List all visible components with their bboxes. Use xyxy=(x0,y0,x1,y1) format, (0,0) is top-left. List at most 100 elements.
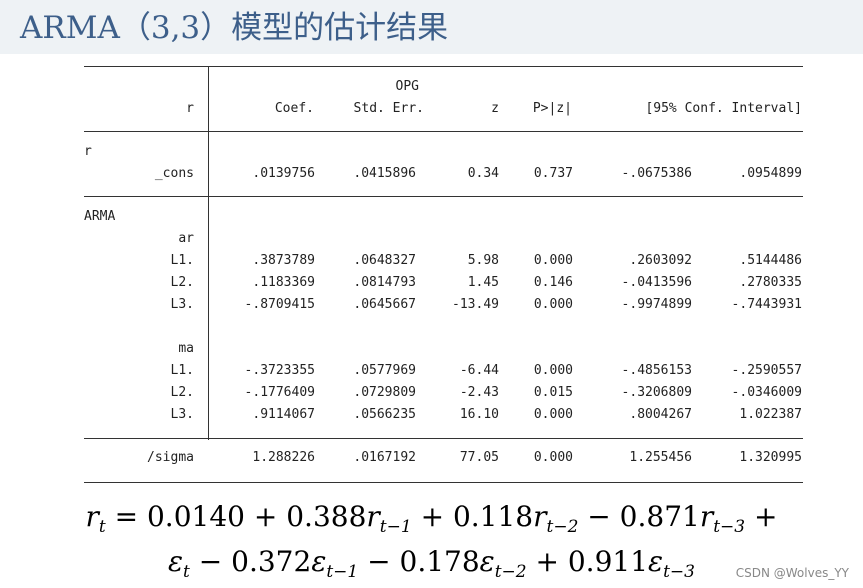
table-cell: .0954899 xyxy=(739,166,802,181)
subgroup-label: ar xyxy=(178,231,194,246)
table-cell: -.9974899 xyxy=(621,297,692,312)
subgroup-label: ma xyxy=(178,341,194,356)
table-cell: .0566235 xyxy=(353,407,416,422)
header-z: z xyxy=(491,101,499,116)
equation-subscript: t xyxy=(98,517,106,537)
table-cell: .0139756 xyxy=(252,166,315,181)
equation-variable: r xyxy=(85,500,99,533)
table-cell: .0577969 xyxy=(353,363,416,378)
table-cell: 0.000 xyxy=(533,297,573,312)
table-cell: -.1776409 xyxy=(244,385,315,400)
equation-subscript: t−1 xyxy=(326,562,359,582)
row-label: L2. xyxy=(170,275,194,290)
table-cell: .0814793 xyxy=(353,275,416,290)
equation-term: − 0.871 xyxy=(578,500,700,533)
header-ci: [95% Conf. Interval] xyxy=(645,101,802,116)
table-cell: -.2590557 xyxy=(731,363,802,378)
table-cell: -6.44 xyxy=(459,363,499,378)
table-cell: .8004267 xyxy=(629,407,692,422)
equation-line-2: εt − 0.372εt−1 − 0.178εt−2 + 0.911εt−3 xyxy=(0,545,863,581)
header-rule xyxy=(84,131,803,132)
table-cell: .0415896 xyxy=(353,166,416,181)
header-depvar: r xyxy=(186,101,194,116)
title-bar: ARMA（3,3）模型的估计结果 xyxy=(0,0,863,54)
equation-subscript: t−3 xyxy=(713,517,746,537)
table-cell: .2603092 xyxy=(629,253,692,268)
section-rule xyxy=(84,196,803,197)
equation-variable: ε xyxy=(311,545,327,578)
header-stderr: Std. Err. xyxy=(353,101,424,116)
equation-subscript: t−1 xyxy=(379,517,412,537)
section-rule xyxy=(84,438,803,439)
table-bottom-rule xyxy=(84,482,803,483)
table-cell: .1183369 xyxy=(252,275,315,290)
group-label: ARMA xyxy=(84,209,116,224)
table-cell: 0.000 xyxy=(533,450,573,465)
equation-term: + 0.911 xyxy=(526,545,649,578)
equation-subscript: t xyxy=(183,562,190,582)
row-label: L2. xyxy=(170,385,194,400)
table-cell: 1.320995 xyxy=(739,450,802,465)
table-cell: 0.015 xyxy=(533,385,573,400)
equation-variable: ε xyxy=(648,545,664,578)
table-cell: 77.05 xyxy=(459,450,499,465)
table-cell: 0.34 xyxy=(467,166,499,181)
table-cell: .0729809 xyxy=(353,385,416,400)
equation-line-1: rt = 0.0140 + 0.388rt−1 + 0.118rt−2 − 0.… xyxy=(0,500,863,536)
row-label: L3. xyxy=(170,407,194,422)
table-cell: .9114067 xyxy=(252,407,315,422)
equation-term: + xyxy=(745,500,778,533)
table-cell: -13.49 xyxy=(452,297,499,312)
table-cell: -.0413596 xyxy=(621,275,692,290)
table-cell: 0.000 xyxy=(533,407,573,422)
equation-term: + 0.118 xyxy=(411,500,534,533)
equation-subscript: t−3 xyxy=(663,562,695,582)
equation-subscript: t−2 xyxy=(546,517,579,537)
table-cell: -.0346009 xyxy=(731,385,802,400)
equation-term: = 0.0140 + 0.388 xyxy=(105,500,367,533)
row-label: L3. xyxy=(170,297,194,312)
header-p: P>|z| xyxy=(532,101,572,116)
table-cell: -.3206809 xyxy=(621,385,692,400)
equation-variable: r xyxy=(533,500,547,533)
table-cell: 1.288226 xyxy=(252,450,315,465)
equation-term: − 0.178 xyxy=(358,545,480,578)
table-cell: .0645667 xyxy=(353,297,416,312)
header-coef: Coef. xyxy=(274,101,314,116)
slide-title: ARMA（3,3）模型的估计结果 xyxy=(20,10,449,46)
equation-variable: ε xyxy=(168,545,184,578)
table-cell: 16.10 xyxy=(459,407,499,422)
table-cell: -.4856153 xyxy=(621,363,692,378)
equation-term: − 0.372 xyxy=(189,545,312,578)
table-cell: .0167192 xyxy=(353,450,416,465)
group-label: r xyxy=(84,144,92,159)
table-cell: .5144486 xyxy=(739,253,802,268)
table-cell: .0648327 xyxy=(353,253,416,268)
row-label: _cons xyxy=(154,166,194,181)
table-cell: .3873789 xyxy=(252,253,315,268)
equation-subscript: t−2 xyxy=(494,562,527,582)
table-cell: -.3723355 xyxy=(244,363,315,378)
table-cell: 0.000 xyxy=(533,363,573,378)
stata-output-table: OPG r Coef. Std. Err. z P>|z| [95% Conf.… xyxy=(84,64,803,484)
table-cell: -2.43 xyxy=(459,385,499,400)
equation-variable: r xyxy=(366,500,380,533)
table-cell: 1.45 xyxy=(467,275,499,290)
table-top-rule xyxy=(84,66,803,67)
table-cell: 0.000 xyxy=(533,253,573,268)
row-label: L1. xyxy=(170,363,194,378)
row-label: /sigma xyxy=(147,450,194,465)
table-cell: 0.146 xyxy=(533,275,573,290)
table-cell: -.7443931 xyxy=(731,297,802,312)
header-opg: OPG xyxy=(395,79,419,94)
equation-variable: ε xyxy=(479,545,495,578)
table-cell: 5.98 xyxy=(467,253,499,268)
table-cell: 1.022387 xyxy=(739,407,802,422)
row-label: L1. xyxy=(170,253,194,268)
equation-variable: r xyxy=(699,500,714,533)
table-cell: -.0675386 xyxy=(621,166,692,181)
table-cell: 1.255456 xyxy=(629,450,692,465)
table-cell: .2780335 xyxy=(739,275,802,290)
table-cell: 0.737 xyxy=(533,166,573,181)
watermark: CSDN @Wolves_YY xyxy=(735,566,849,580)
